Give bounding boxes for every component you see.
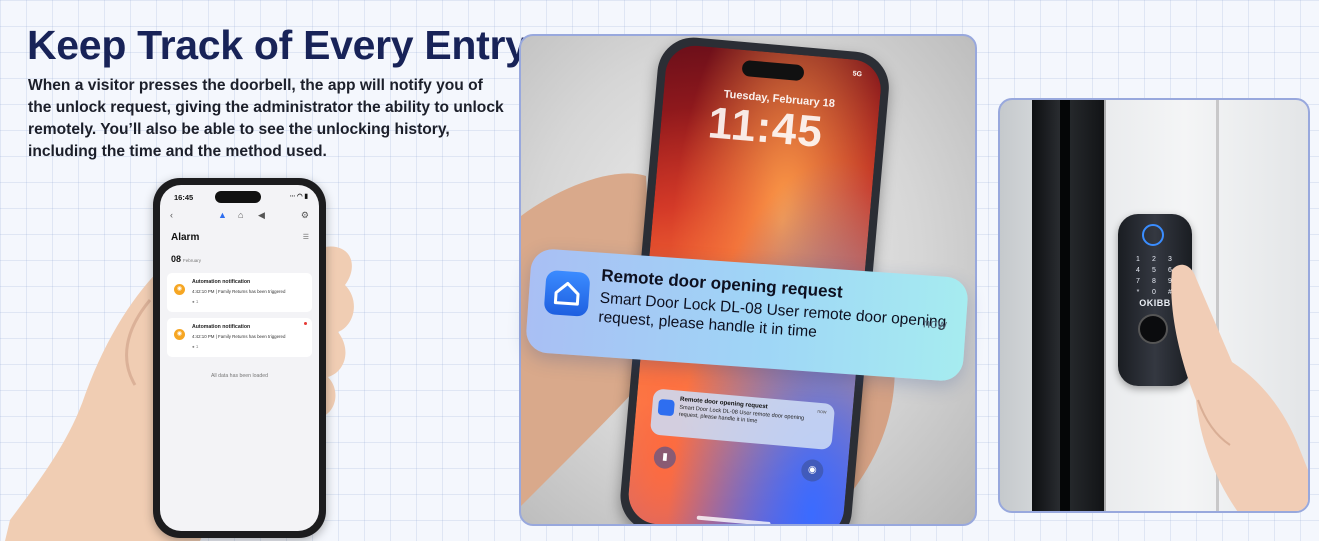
app-icon — [657, 398, 675, 417]
back-icon[interactable]: ‹ — [170, 210, 173, 220]
camera-icon[interactable]: ◉ — [800, 458, 825, 483]
automation-icon: ◉ — [174, 284, 185, 295]
page-title: Keep Track of Every Entry — [27, 22, 528, 68]
speaker-icon[interactable]: ◀ — [258, 210, 265, 221]
notification-card[interactable]: ◉ Automation notification 4:42:10 PM | F… — [167, 273, 312, 312]
card-title: Automation notification — [192, 324, 251, 330]
alarm-title: Alarm — [171, 232, 200, 243]
date-month: February — [183, 258, 202, 263]
intro-text: When a visitor presses the doorbell, the… — [28, 77, 504, 160]
flashlight-icon[interactable]: ▮ — [652, 445, 677, 470]
card-count-value: 1 — [195, 299, 199, 304]
mini-notification[interactable]: Remote door opening request Smart Door L… — [649, 388, 836, 451]
date-day: 08 — [171, 254, 182, 264]
status-time: 16:45 — [174, 193, 194, 202]
notification-body: Smart Door Lock DL-08 User remote door o… — [597, 289, 947, 341]
status-indicator: 5G — [852, 70, 863, 79]
status-icons: ∙∙∙ ◠ ▮ — [289, 193, 308, 200]
card-count: ● 1 — [192, 344, 199, 349]
door-lock-photo: 1 2 34 5 67 8 9* 0 # OKIBB — [998, 98, 1310, 513]
load-status: All data has been loaded — [210, 373, 269, 379]
notification-card[interactable]: ◉ Automation notification 4:42:10 PM | F… — [167, 318, 312, 357]
bell-icon[interactable]: ▲ — [218, 210, 227, 220]
card-count-value: 1 — [195, 344, 199, 349]
card-title: Automation notification — [192, 279, 251, 285]
mini-notification-time: now — [817, 408, 827, 416]
alarm-screen: 16:45 ∙∙∙ ◠ ▮ ‹ ▲ ⌂ ◀ ⚙ Alarm ☰ 08 Februa… — [160, 185, 319, 531]
card-detail: 4:42:10 PM | Family Returns has been tri… — [192, 334, 286, 339]
settings-icon[interactable]: ⚙ — [301, 210, 309, 221]
home-indicator[interactable] — [696, 515, 771, 524]
alarm-date: 08 February — [171, 254, 201, 264]
home-icon[interactable]: ⌂ — [238, 210, 243, 220]
notification-time: now — [922, 315, 948, 332]
automation-icon: ◉ — [174, 329, 185, 340]
dynamic-island — [741, 59, 805, 82]
finger-illustration — [1171, 264, 1308, 511]
app-phone: 16:45 ∙∙∙ ◠ ▮ ‹ ▲ ⌂ ◀ ⚙ Alarm ☰ 08 Februa… — [153, 178, 326, 538]
lockscreen-time: 11:45 — [706, 98, 826, 158]
smart-home-app-icon — [543, 269, 591, 317]
unread-dot — [304, 322, 307, 325]
card-detail: 4:42:10 PM | Family Returns has been tri… — [192, 289, 286, 294]
card-count: ● 1 — [192, 299, 199, 304]
dynamic-island — [215, 191, 261, 203]
filter-icon[interactable]: ☰ — [303, 233, 309, 241]
app-nav-bar: ‹ ▲ ⌂ ◀ ⚙ — [168, 210, 311, 224]
